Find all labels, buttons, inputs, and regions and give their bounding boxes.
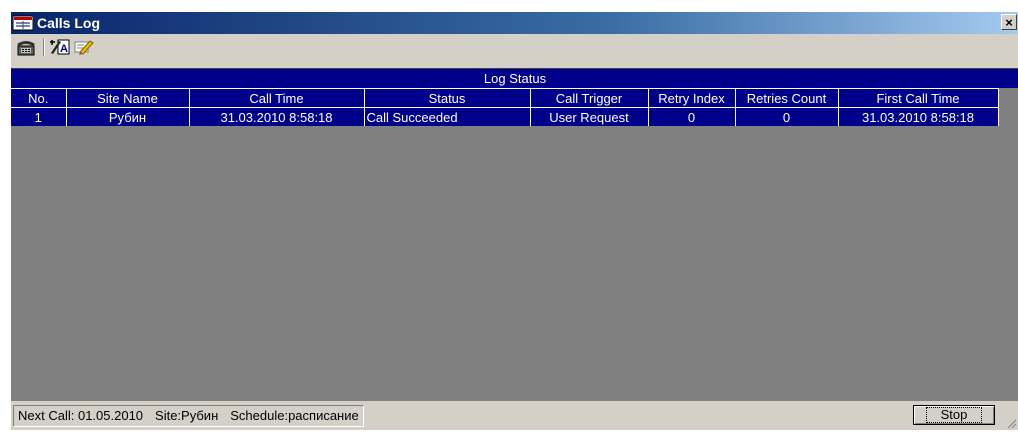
column-header-no[interactable]: No.: [11, 88, 67, 108]
resize-grip-icon[interactable]: [1005, 416, 1017, 429]
calls-log-table[interactable]: No. Site Name Call Time Status Call Trig…: [11, 88, 999, 126]
svg-text:A: A: [60, 43, 68, 55]
calls-log-grid[interactable]: Log Status No. Site Name Call Time Statu…: [11, 68, 1018, 401]
column-header-status[interactable]: Status: [364, 88, 531, 108]
cell-retries-count: 0: [735, 107, 839, 126]
edit-a-icon[interactable]: A: [49, 36, 71, 58]
column-header-retry-index[interactable]: Retry Index: [648, 88, 736, 108]
column-header-call-time[interactable]: Call Time: [189, 88, 365, 108]
site-text: Site:Рубин: [155, 408, 219, 423]
toolbar-separator: [43, 38, 45, 56]
column-header-first-call-time[interactable]: First Call Time: [838, 88, 999, 108]
column-header-row: No. Site Name Call Time Status Call Trig…: [11, 88, 999, 108]
column-header-call-trigger[interactable]: Call Trigger: [530, 88, 649, 108]
schedule-text: Schedule:расписание: [230, 408, 359, 423]
next-call-text: Next Call: 01.05.2010: [18, 408, 144, 423]
status-panel: Next Call: 01.05.2010 Site:Рубин Schedul…: [13, 404, 364, 427]
stop-button[interactable]: Stop: [913, 405, 995, 425]
table-row[interactable]: 1 Рубин 31.03.2010 8:58:18 Call Succeede…: [11, 107, 999, 126]
log-status-header: Log Status: [11, 69, 1018, 88]
close-button[interactable]: ×: [1001, 14, 1017, 30]
calls-log-window: Calls Log × A Log Status No. Site Name C…: [10, 12, 1018, 430]
status-bar: Next Call: 01.05.2010 Site:Рубин Schedul…: [11, 401, 1018, 430]
toolbar: A: [11, 34, 1018, 60]
cell-call-time: 31.03.2010 8:58:18: [189, 107, 365, 126]
title-bar[interactable]: Calls Log ×: [11, 12, 1018, 34]
stop-button-label: Stop: [925, 407, 983, 423]
cell-retry-index: 0: [648, 107, 736, 126]
close-icon: ×: [1005, 15, 1013, 30]
window-title: Calls Log: [37, 15, 101, 31]
cell-call-trigger: User Request: [530, 107, 649, 126]
phone-icon[interactable]: [15, 36, 37, 58]
pencil-icon[interactable]: [73, 36, 95, 58]
cell-no: 1: [11, 107, 67, 126]
cell-site-name: Рубин: [66, 107, 190, 126]
calls-log-app-icon: [13, 15, 33, 31]
column-header-site-name[interactable]: Site Name: [66, 88, 190, 108]
column-header-retries-count[interactable]: Retries Count: [735, 88, 839, 108]
cell-status: Call Succeeded: [364, 107, 531, 126]
cell-first-call-time: 31.03.2010 8:58:18: [838, 107, 999, 126]
